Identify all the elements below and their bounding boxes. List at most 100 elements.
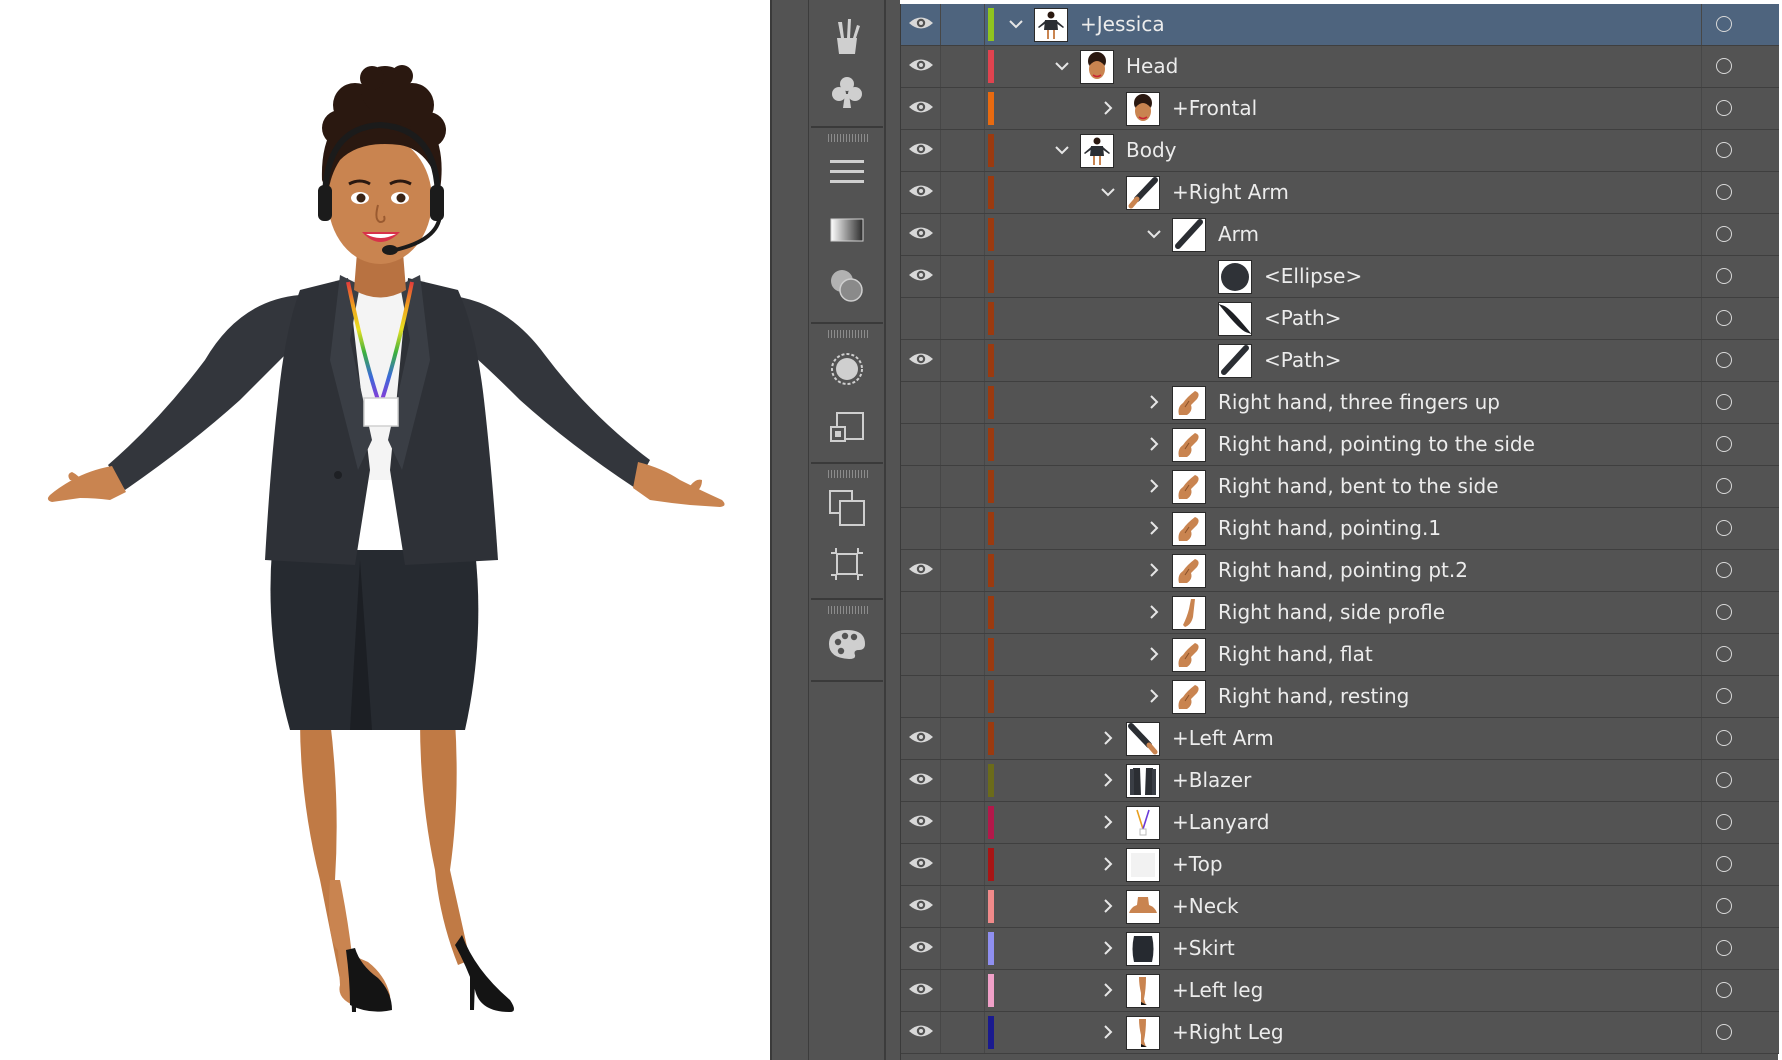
layers-icon[interactable] (827, 488, 867, 528)
visibility-toggle[interactable] (901, 550, 941, 591)
lock-toggle[interactable] (941, 1012, 985, 1053)
layer-row[interactable]: +Skirt (901, 928, 1779, 970)
lock-toggle[interactable] (941, 802, 985, 843)
target-circle-icon[interactable] (1716, 184, 1732, 200)
layer-row[interactable]: Body (901, 130, 1779, 172)
layer-name[interactable]: +Left leg (1172, 970, 1263, 1011)
layer-name[interactable]: Right hand, resting (1218, 676, 1409, 717)
visibility-toggle[interactable] (901, 928, 941, 969)
layer-row[interactable]: +Jessica (901, 4, 1779, 46)
graphic-styles-icon[interactable] (827, 408, 867, 448)
chevron-right-icon[interactable] (1142, 558, 1166, 582)
chevron-right-icon[interactable] (1096, 768, 1120, 792)
lock-toggle[interactable] (941, 676, 985, 717)
chevron-right-icon[interactable] (1142, 642, 1166, 666)
dock-grip[interactable] (828, 606, 868, 614)
artboard-canvas[interactable] (0, 0, 770, 1060)
lock-toggle[interactable] (941, 550, 985, 591)
target-circle-icon[interactable] (1716, 352, 1732, 368)
layer-row[interactable]: Right hand, resting (901, 676, 1779, 718)
target-circle-icon[interactable] (1716, 226, 1732, 242)
chevron-right-icon[interactable] (1142, 432, 1166, 456)
target-circle-icon[interactable] (1716, 688, 1732, 704)
lock-toggle[interactable] (941, 172, 985, 213)
chevron-down-icon[interactable] (1142, 222, 1166, 246)
layer-row[interactable]: +Frontal (901, 88, 1779, 130)
stroke-icon[interactable] (827, 152, 867, 192)
gradient-icon[interactable] (827, 210, 867, 250)
target-circle-icon[interactable] (1716, 58, 1732, 74)
visibility-toggle[interactable] (901, 340, 941, 381)
layer-row[interactable]: Right hand, bent to the side (901, 466, 1779, 508)
layer-name[interactable]: <Path> (1264, 298, 1341, 339)
visibility-toggle[interactable] (901, 886, 941, 927)
layer-name[interactable]: Right hand, side profle (1218, 592, 1445, 633)
chevron-down-icon[interactable] (1050, 138, 1074, 162)
layer-name[interactable]: +Lanyard (1172, 802, 1270, 843)
layer-name[interactable]: +Blazer (1172, 760, 1251, 801)
chevron-right-icon[interactable] (1096, 96, 1120, 120)
transparency-icon[interactable] (827, 266, 867, 306)
symbols-icon[interactable] (827, 72, 867, 112)
brushes-icon[interactable] (827, 16, 867, 56)
layer-name[interactable]: <Ellipse> (1264, 256, 1362, 297)
target-circle-icon[interactable] (1716, 268, 1732, 284)
visibility-toggle[interactable] (901, 676, 941, 717)
layer-name[interactable]: Arm (1218, 214, 1259, 255)
layer-row[interactable]: +Left leg (901, 970, 1779, 1012)
layer-row[interactable]: <Ellipse> (901, 256, 1779, 298)
target-circle-icon[interactable] (1716, 1024, 1732, 1040)
layer-name[interactable]: +Skirt (1172, 928, 1235, 969)
layer-row[interactable]: +Right Arm (901, 172, 1779, 214)
visibility-toggle[interactable] (901, 256, 941, 297)
target-circle-icon[interactable] (1716, 730, 1732, 746)
layer-row[interactable]: +Blazer (901, 760, 1779, 802)
chevron-right-icon[interactable] (1096, 726, 1120, 750)
layer-name[interactable]: Head (1126, 46, 1178, 87)
lock-toggle[interactable] (941, 928, 985, 969)
chevron-right-icon[interactable] (1142, 474, 1166, 498)
target-circle-icon[interactable] (1716, 310, 1732, 326)
layer-row[interactable]: Right hand, pointing.1 (901, 508, 1779, 550)
target-circle-icon[interactable] (1716, 142, 1732, 158)
chevron-right-icon[interactable] (1142, 516, 1166, 540)
target-circle-icon[interactable] (1716, 814, 1732, 830)
visibility-toggle[interactable] (901, 592, 941, 633)
visibility-toggle[interactable] (901, 508, 941, 549)
target-circle-icon[interactable] (1716, 772, 1732, 788)
chevron-right-icon[interactable] (1096, 936, 1120, 960)
target-circle-icon[interactable] (1716, 562, 1732, 578)
visibility-toggle[interactable] (901, 466, 941, 507)
visibility-toggle[interactable] (901, 214, 941, 255)
target-circle-icon[interactable] (1716, 478, 1732, 494)
chevron-down-icon[interactable] (1096, 180, 1120, 204)
layer-name[interactable]: +Top (1172, 844, 1223, 885)
visibility-toggle[interactable] (901, 970, 941, 1011)
target-circle-icon[interactable] (1716, 394, 1732, 410)
layer-row[interactable]: Right hand, side profle (901, 592, 1779, 634)
layer-name[interactable]: +Right Leg (1172, 1012, 1284, 1053)
layer-name[interactable]: <Path> (1264, 340, 1341, 381)
lock-toggle[interactable] (941, 760, 985, 801)
layer-row[interactable]: Arm (901, 214, 1779, 256)
chevron-right-icon[interactable] (1096, 1020, 1120, 1044)
target-circle-icon[interactable] (1716, 436, 1732, 452)
visibility-toggle[interactable] (901, 4, 941, 45)
target-circle-icon[interactable] (1716, 604, 1732, 620)
visibility-toggle[interactable] (901, 802, 941, 843)
layer-name[interactable]: +Neck (1172, 886, 1239, 927)
lock-toggle[interactable] (941, 718, 985, 759)
lock-toggle[interactable] (941, 256, 985, 297)
color-guide-icon[interactable] (827, 624, 867, 664)
layer-row[interactable]: Right hand, pointing to the side (901, 424, 1779, 466)
visibility-toggle[interactable] (901, 760, 941, 801)
lock-toggle[interactable] (941, 46, 985, 87)
visibility-toggle[interactable] (901, 424, 941, 465)
visibility-toggle[interactable] (901, 844, 941, 885)
layer-name[interactable]: +Right Arm (1172, 172, 1289, 213)
layer-row[interactable]: Right hand, flat (901, 634, 1779, 676)
dock-grip[interactable] (828, 330, 868, 338)
layer-name[interactable]: +Jessica (1080, 4, 1165, 45)
chevron-right-icon[interactable] (1096, 810, 1120, 834)
chevron-right-icon[interactable] (1096, 894, 1120, 918)
